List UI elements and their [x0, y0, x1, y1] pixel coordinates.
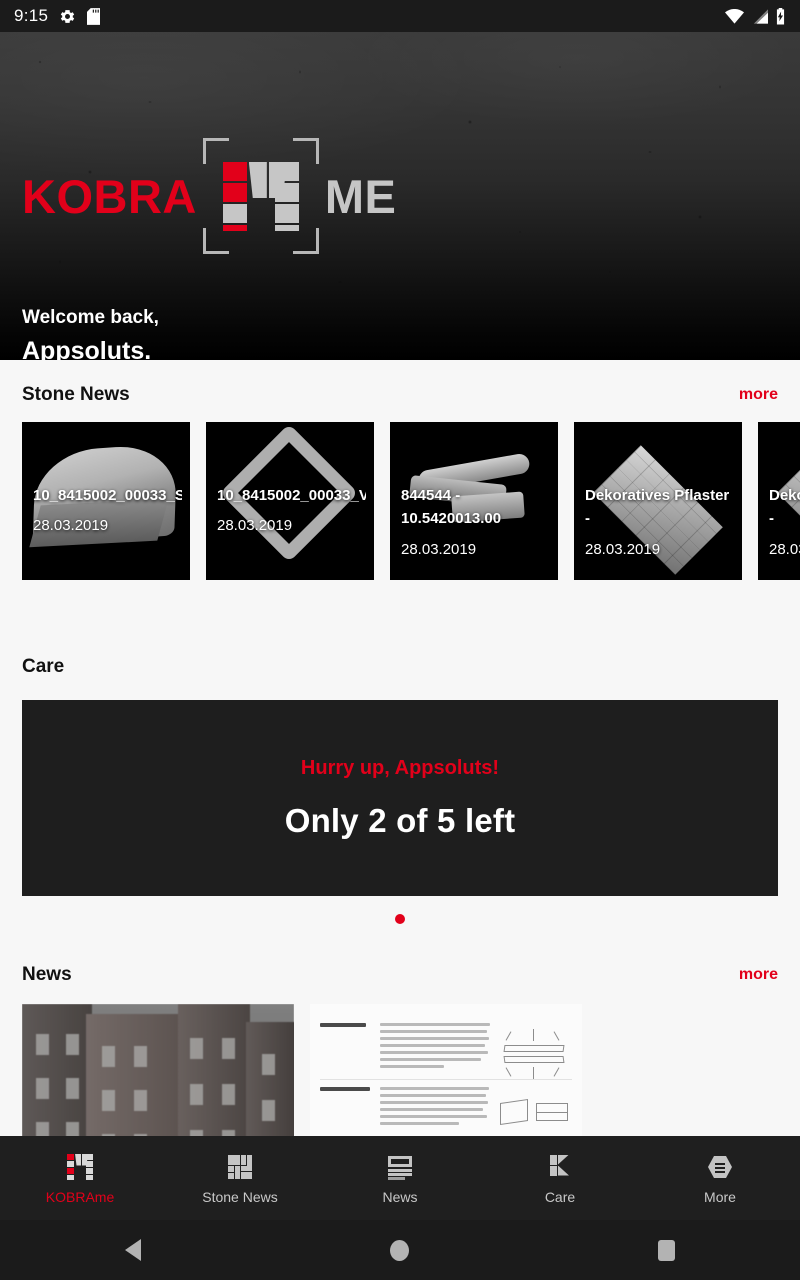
cellular-signal-icon — [751, 8, 768, 24]
care-promo-subtitle: Hurry up, Appsoluts! — [300, 756, 500, 779]
back-button[interactable] — [103, 1220, 163, 1280]
stone-news-header: Stone News more — [0, 378, 800, 412]
stone-card-meta: 844544 - 10.5420013.00 28.03.2019 — [401, 484, 550, 561]
system-navigation-bar[interactable] — [0, 1220, 800, 1280]
bracket-bottom-right — [292, 228, 319, 254]
status-bar: 9:15 — [0, 0, 800, 32]
newspaper-icon — [385, 1152, 415, 1182]
stone-news-card[interactable]: 10_8415002_00033_Stein.jpg 28.03.2019 — [22, 422, 190, 580]
home-circle-icon — [390, 1239, 410, 1261]
care-carousel-dots[interactable] — [0, 914, 800, 924]
back-triangle-icon — [125, 1239, 142, 1261]
document-row — [320, 1016, 572, 1080]
document-row — [320, 1080, 572, 1137]
hero-banner: KOBRA ME Welcome back, Appsoluts. — [0, 32, 800, 360]
hexagon-menu-icon — [705, 1152, 735, 1182]
logo-me-text: ME — [324, 169, 397, 223]
carousel-dot-active[interactable] — [395, 914, 405, 924]
bracket-bottom-left — [202, 228, 229, 254]
battery-charging-icon — [775, 7, 786, 25]
stone-card-meta: Dekoratives Pflaster - 28.03.2019 — [585, 484, 734, 561]
stone-card-name: 844544 - 10.5420013.00 — [401, 487, 502, 528]
kobra-m-logo-icon — [202, 138, 319, 254]
care-promo-card[interactable]: Hurry up, Appsoluts! Only 2 of 5 left — [22, 700, 778, 896]
stone-card-name: 10_8415002_00033_Stein.jpg — [33, 487, 182, 504]
welcome-greeting: Welcome back, — [22, 307, 159, 328]
stone-card-meta: 10_8415002_00033_Verlegung.j 28.03.2019 — [217, 484, 366, 538]
sd-card-icon — [87, 7, 101, 25]
stone-card-date: 28.03.2019 — [217, 517, 293, 535]
app-logo: KOBRA ME — [22, 138, 396, 254]
document-row-label — [320, 1087, 372, 1129]
stone-news-title: Stone News — [22, 384, 130, 405]
tab-label-care: Care — [544, 1188, 576, 1205]
news-header: News more — [0, 958, 800, 992]
home-button[interactable] — [370, 1220, 430, 1280]
wifi-icon — [725, 8, 744, 24]
welcome-message: Welcome back, Appsoluts. — [22, 304, 159, 360]
gear-icon — [59, 8, 76, 25]
document-row-text — [380, 1087, 490, 1129]
tab-news[interactable]: News — [320, 1152, 480, 1205]
stone-card-meta: Dekoratives Pflaster - 28.03.2019 — [769, 484, 800, 561]
care-header: Care — [0, 650, 800, 684]
paving-grid-icon — [225, 1152, 255, 1182]
tab-stone-news[interactable]: Stone News — [160, 1152, 320, 1205]
tab-label-more: More — [704, 1188, 736, 1205]
tab-label-news: News — [382, 1188, 418, 1205]
tab-label-stone-news: Stone News — [202, 1188, 278, 1205]
document-figure — [498, 1023, 572, 1079]
tab-label-kobrame: KOBRAme — [45, 1188, 115, 1205]
bracket-top-right — [292, 138, 319, 164]
stone-news-card[interactable]: 844544 - 10.5420013.00 28.03.2019 — [390, 422, 558, 580]
care-promo-headline: Only 2 of 5 left — [284, 801, 516, 839]
stone-news-card[interactable]: Dekoratives Pflaster - 28.03.2019 — [574, 422, 742, 580]
stone-card-date: 28.03.2019 — [33, 517, 109, 535]
document-figure — [498, 1087, 572, 1129]
stone-card-date: 28.03.2019 — [585, 540, 661, 558]
document-row-text — [380, 1023, 490, 1072]
tab-kobrame[interactable]: KOBRAme — [0, 1152, 160, 1205]
tab-care[interactable]: Care — [480, 1152, 640, 1205]
stone-card-date: 28.03.2019 — [401, 540, 477, 558]
logo-kobra-text: KOBRA — [22, 169, 197, 223]
welcome-username: Appsoluts. — [22, 336, 152, 361]
kobra-m-logo-icon — [65, 1152, 95, 1182]
bracket-top-left — [202, 138, 229, 164]
stone-card-meta: 10_8415002_00033_Stein.jpg 28.03.2019 — [33, 484, 182, 538]
bottom-tab-bar[interactable]: KOBRAme Stone News News Care More — [0, 1136, 800, 1220]
kobra-k-icon — [545, 1152, 575, 1182]
stone-news-card[interactable]: Dekoratives Pflaster - 28.03.2019 — [758, 422, 800, 580]
stone-card-name: Dekoratives Pflaster - — [585, 487, 730, 528]
status-bar-right — [725, 7, 786, 25]
news-title: News — [22, 964, 72, 985]
stone-news-card[interactable]: 10_8415002_00033_Verlegung.j 28.03.2019 — [206, 422, 374, 580]
care-title: Care — [22, 656, 65, 677]
stone-news-more-link[interactable]: more — [739, 386, 778, 404]
care-section: Care Hurry up, Appsoluts! Only 2 of 5 le… — [0, 650, 800, 924]
stone-card-date: 28.03.2019 — [769, 540, 800, 558]
recents-button[interactable] — [637, 1220, 697, 1280]
stone-card-name: 10_8415002_00033_Verlegung.j — [217, 487, 366, 504]
news-more-link[interactable]: more — [739, 966, 778, 984]
status-bar-left: 9:15 — [14, 6, 101, 26]
stone-news-carousel[interactable]: 10_8415002_00033_Stein.jpg 28.03.2019 10… — [0, 412, 800, 580]
status-bar-clock: 9:15 — [14, 6, 49, 25]
document-row-label — [320, 1023, 372, 1072]
recents-square-icon — [658, 1239, 676, 1261]
tab-more[interactable]: More — [640, 1152, 800, 1205]
stone-news-section: Stone News more 10_8415002_00033_Stein.j… — [0, 378, 800, 580]
stone-card-name: Dekoratives Pflaster - — [769, 487, 800, 528]
app-screen: 9:15 KOBRA ME Welcome back, Appsoluts. S… — [0, 0, 800, 1280]
